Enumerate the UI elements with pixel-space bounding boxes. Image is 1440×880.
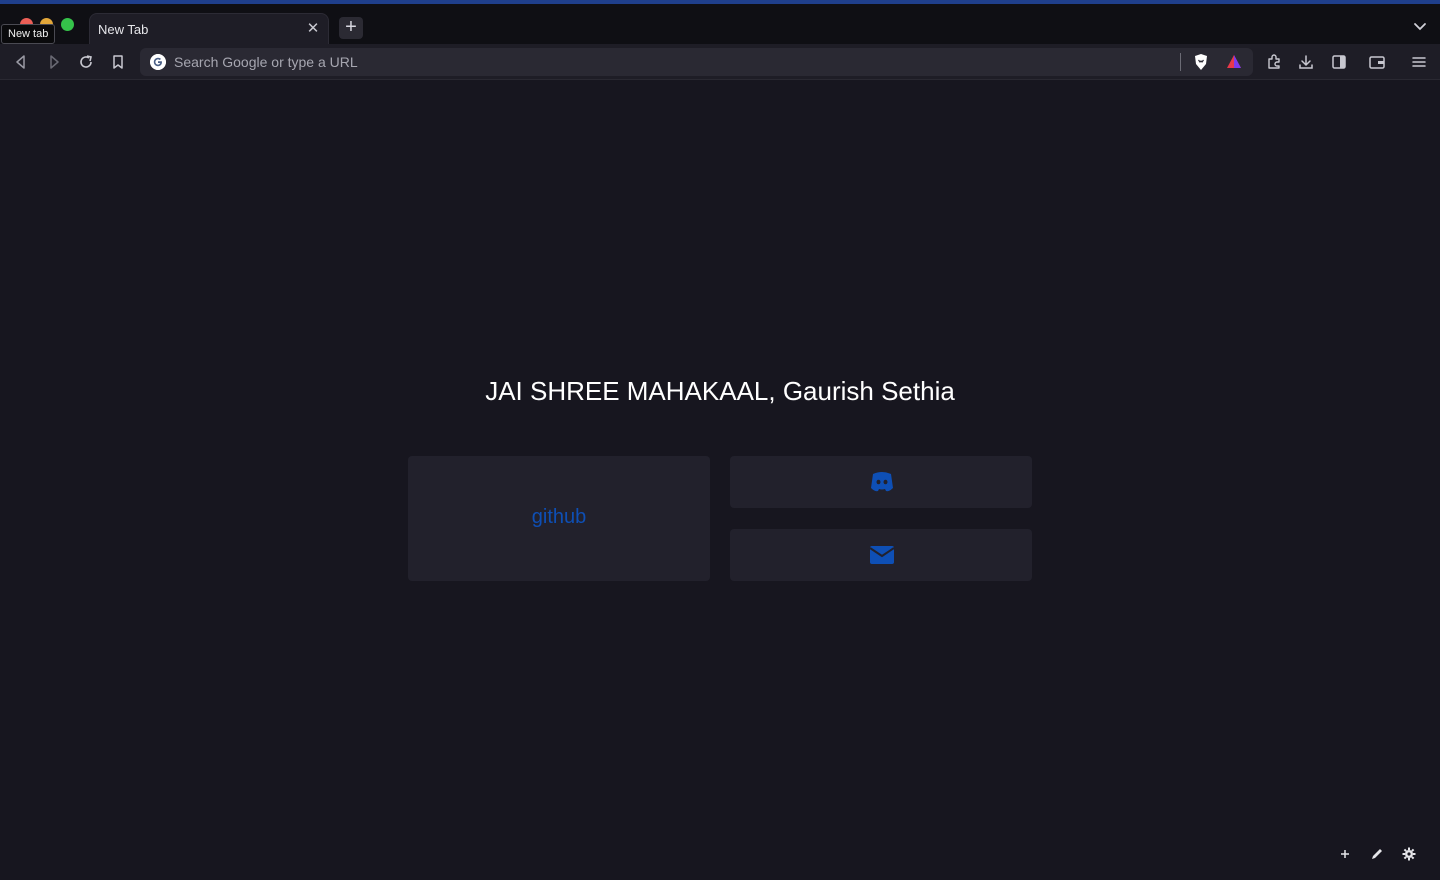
search-input[interactable] [174,51,1164,73]
tab-close-icon[interactable]: ✕ [304,20,322,38]
brave-rewards-icon[interactable] [1225,53,1243,71]
tab-strip: New Tab ✕ + New tab [0,4,1440,45]
add-shortcut-plus-icon[interactable] [1338,847,1352,861]
edit-pencil-icon[interactable] [1370,847,1384,861]
envelope-icon [869,546,895,564]
github-link-card[interactable]: github [408,456,710,581]
browser-toolbar [0,44,1440,80]
new-tab-button[interactable]: + [339,17,363,39]
tab-new-tab[interactable]: New Tab ✕ [89,13,329,45]
google-icon [150,54,166,70]
back-icon[interactable] [12,53,30,71]
hamburger-menu-icon[interactable] [1410,53,1428,71]
discord-link-card[interactable] [730,456,1032,508]
tab-title: New Tab [98,22,149,37]
reload-icon[interactable] [77,53,95,71]
tab-list-chevron-down-icon[interactable] [1412,18,1428,34]
downloads-icon[interactable] [1297,53,1315,71]
extensions-puzzle-icon[interactable] [1265,53,1283,71]
bookmark-icon[interactable] [109,53,127,71]
wallet-icon[interactable] [1368,53,1386,71]
discord-icon [871,472,893,492]
address-bar[interactable] [140,48,1253,76]
email-link-card[interactable] [730,529,1032,581]
maximize-window-button[interactable] [61,18,74,31]
github-link-label: github [531,506,587,528]
forward-icon[interactable] [45,53,63,71]
new-tab-tooltip: New tab [1,24,56,44]
brave-shields-icon[interactable] [1192,53,1210,71]
omnibox-divider [1180,53,1181,71]
settings-gear-icon[interactable] [1402,847,1416,861]
greeting-heading: JAI SHREE MAHAKAAL, Gaurish Sethia [485,376,955,406]
sidebar-toggle-icon[interactable] [1330,53,1348,71]
